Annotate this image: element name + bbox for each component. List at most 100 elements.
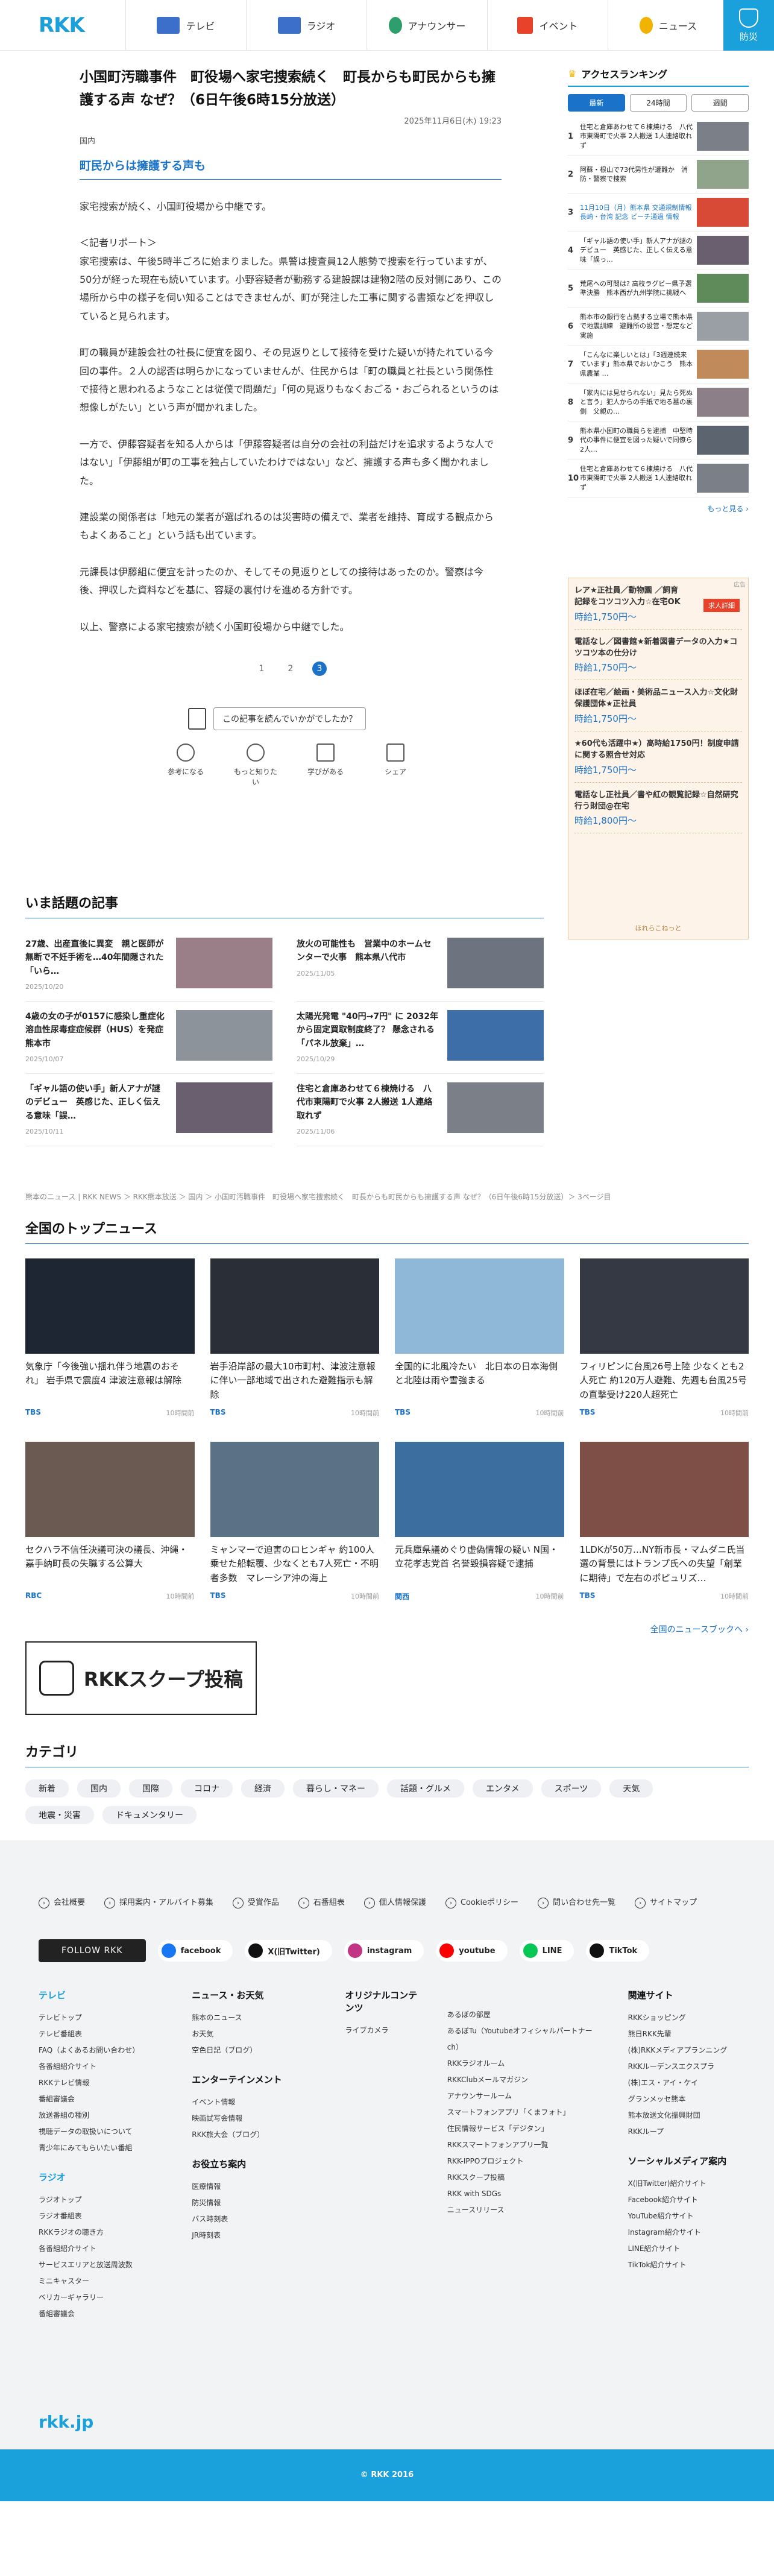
footer-item[interactable]: 熊日RKK先輩 bbox=[628, 2026, 732, 2042]
footer-item[interactable]: ラジオ番組表 bbox=[39, 2208, 162, 2224]
footer-item[interactable]: 医療情報 bbox=[192, 2179, 315, 2195]
footer-item[interactable]: RKK-IPPOプロジェクト bbox=[447, 2153, 598, 2170]
footer-link[interactable]: 受賞作品 bbox=[233, 1896, 279, 1908]
ad-item[interactable]: ★60代も活躍中★）高時給1750円！制度申請に関する照合せ対応 時給1,750円… bbox=[574, 739, 742, 783]
footer-item[interactable]: 各番組紹介サイト bbox=[39, 2241, 162, 2257]
article-category[interactable]: 国内 bbox=[80, 134, 502, 146]
national-card[interactable]: 元兵庫県議めぐり虚偽情報の疑い N国・立花孝志党首 名誉毀損容疑で逮捕 関西 10時… bbox=[395, 1442, 564, 1602]
ranking-item[interactable]: 1 住宅と倉庫あわせて６棟焼ける 八代市東陽町で火事 2人搬送 1人連絡取れず bbox=[568, 118, 749, 156]
nav-tv[interactable]: テレビ bbox=[125, 0, 246, 51]
footer-item[interactable]: (株)RKKメディアプランニング bbox=[628, 2042, 732, 2059]
nav-news[interactable]: ニュース bbox=[608, 0, 728, 51]
sns-tiktok[interactable]: TikTok bbox=[586, 1940, 650, 1962]
footer-item[interactable]: RKKスクープ投稿 bbox=[447, 2170, 598, 2186]
footer-item[interactable]: 視聴データの取扱いについて bbox=[39, 2124, 162, 2140]
footer-item[interactable]: FAQ（よくあるお問い合わせ） bbox=[39, 2042, 162, 2059]
sns-instagram[interactable]: instagram bbox=[344, 1940, 424, 1962]
feedback-button[interactable]: この記事を読んでいかがでしたか？ bbox=[213, 707, 367, 730]
footer-item[interactable]: ニュースリリース bbox=[447, 2202, 598, 2218]
footer-item[interactable]: あるぼTu（Youtubeオフィシャルパートナーch） bbox=[447, 2023, 598, 2056]
footer-item[interactable]: X(旧Twitter)紹介サイト bbox=[628, 2176, 732, 2192]
reaction-helpful[interactable]: 参考になる bbox=[162, 743, 210, 787]
ranking-item[interactable]: 6 熊本市の銀行を占拠する立場で熊本県で地震訓練 避難所の設営・想定など実施 bbox=[568, 308, 749, 346]
category-tag[interactable]: コロナ bbox=[181, 1779, 233, 1798]
footer-item[interactable]: 番組審議会 bbox=[39, 2306, 162, 2322]
footer-item[interactable]: ラジオトップ bbox=[39, 2192, 162, 2208]
category-tag[interactable]: ドキュメンタリー bbox=[102, 1806, 197, 1824]
footer-link[interactable]: サイトマップ bbox=[635, 1896, 697, 1908]
category-tag[interactable]: 国際 bbox=[129, 1779, 172, 1798]
sns-line[interactable]: LINE bbox=[519, 1940, 574, 1962]
footer-item[interactable]: 番組審議会 bbox=[39, 2091, 162, 2107]
footer-item[interactable]: 空色日記（ブログ） bbox=[192, 2042, 315, 2059]
footer-item[interactable]: RKKラジオルーム bbox=[447, 2056, 598, 2072]
ad-item[interactable]: 電話なし正社員／書や紅の観覧記録☆自然研究行う財団@在宅 時給1,800円～ bbox=[574, 790, 742, 834]
footer-link[interactable]: 個人情報保護 bbox=[364, 1896, 426, 1908]
category-tag[interactable]: 話題・グルメ bbox=[387, 1779, 464, 1798]
national-card[interactable]: 岩手沿岸部の最大10市町村、津波注意報に伴い一部地域で出された避難指示も解除 TB… bbox=[210, 1258, 379, 1418]
popular-item[interactable]: 太陽光発電 "40円→7円" に 2032年から固定買取制度終了？ 懸念される「… bbox=[297, 1002, 544, 1074]
national-more-link[interactable]: 全国のニュースブックへ › bbox=[25, 1623, 749, 1635]
category-tag[interactable]: スポーツ bbox=[541, 1779, 602, 1798]
popular-item[interactable]: 放火の可能性も 営業中のホームセンターで火事 熊本県八代市 2025/11/05 bbox=[297, 929, 544, 1002]
footer-link[interactable]: 問い合わせ先一覧 bbox=[538, 1896, 615, 1908]
footer-item[interactable]: ミニキャスター bbox=[39, 2273, 162, 2290]
ad-tag[interactable]: 求人詳細 bbox=[703, 599, 740, 612]
footer-item[interactable]: RKKルーデンスエクスプラ bbox=[628, 2059, 732, 2075]
national-card[interactable]: 気象庁「今後強い揺れ伴う地震のおそれ」 岩手県で震度4 津波注意報は解除 TBS 1… bbox=[25, 1258, 195, 1418]
bousai-button[interactable]: 防災 bbox=[723, 0, 774, 51]
footer-item[interactable]: RKKスマートフォンアプリ一覧 bbox=[447, 2137, 598, 2153]
footer-item[interactable]: RKK with SDGs bbox=[447, 2186, 598, 2202]
footer-item[interactable]: 青少年にみてもらいたい番組 bbox=[39, 2140, 162, 2156]
category-tag[interactable]: 新着 bbox=[25, 1779, 69, 1798]
category-tag[interactable]: 地震・災害 bbox=[25, 1806, 94, 1824]
footer-item[interactable]: ライブカメラ bbox=[345, 2022, 423, 2039]
ranking-item[interactable]: 9 熊本県小国町の職員らを逮捕 中堅時代の事件に便宜を図った疑いで同僚ら 2人… bbox=[568, 421, 749, 459]
nav-announcer[interactable]: アナウンサー bbox=[367, 0, 487, 51]
footer-item[interactable]: あるぼの部屋 bbox=[447, 2007, 598, 2023]
sns-x[interactable]: X(旧Twitter) bbox=[245, 1940, 332, 1962]
popular-item[interactable]: 住宅と倉庫あわせて６棟焼ける 八代市東陽町で火事 2人搬送 1人連絡取れず 202… bbox=[297, 1074, 544, 1146]
reaction-more[interactable]: もっと知りたい bbox=[231, 743, 280, 787]
tab-24h[interactable]: 24時間 bbox=[629, 94, 687, 112]
footer-item[interactable]: 熊本のニュース bbox=[192, 2010, 315, 2026]
footer-item[interactable]: RKKショッピング bbox=[628, 2010, 732, 2026]
ranking-item[interactable]: 8 「家内には見せられない」見たら死ぬと言う」犯人からの手紙で地る墓の裏側 父親の… bbox=[568, 384, 749, 421]
footer-item[interactable]: テレビトップ bbox=[39, 2010, 162, 2026]
tab-weekly[interactable]: 週間 bbox=[691, 94, 749, 112]
footer-item[interactable]: 放送番組の種別 bbox=[39, 2107, 162, 2124]
footer-link[interactable]: 採用案内・アルバイト募集 bbox=[104, 1896, 213, 1908]
footer-item[interactable]: サービスエリアと放送周波数 bbox=[39, 2257, 162, 2273]
footer-item[interactable]: RKKClubメールマガジン bbox=[447, 2072, 598, 2088]
footer-item[interactable]: イベント情報 bbox=[192, 2094, 315, 2110]
footer-item[interactable]: バス時刻表 bbox=[192, 2211, 315, 2227]
page-link[interactable]: 2 bbox=[283, 661, 298, 676]
footer-item[interactable]: 熊本放送文化振興財団 bbox=[628, 2107, 732, 2124]
footer-item[interactable]: TikTok紹介サイト bbox=[628, 2257, 732, 2273]
footer-item[interactable]: アナウンサールーム bbox=[447, 2088, 598, 2104]
page-link[interactable]: 1 bbox=[254, 661, 269, 676]
ranking-item[interactable]: 5 荒尾への可問は? 高校ラグビー県予選準決勝 熊本西が九州学院に挑戦へ bbox=[568, 270, 749, 308]
reaction-learn[interactable]: 学びがある bbox=[301, 743, 350, 787]
footer-item[interactable]: Facebook紹介サイト bbox=[628, 2192, 732, 2208]
ad-item[interactable]: ほぼ在宅／絵画・美術品ニュース入力☆文化財保護団体★正社員 時給1,750円～ bbox=[574, 687, 742, 732]
footer-item[interactable]: お天気 bbox=[192, 2026, 315, 2042]
footer-item[interactable]: テレビ番組表 bbox=[39, 2026, 162, 2042]
ranking-item[interactable]: 7 「こんなに楽しいとは」「3週連続来ています」熊本県でおいかこう 熊本県農業 … bbox=[568, 346, 749, 384]
popular-item[interactable]: 4歳の女の子が0157に感染し重症化 溶血性尿毒症症候群（HUS）を発症 熊本市… bbox=[25, 1002, 272, 1074]
ad-banner[interactable]: 広告 求人詳細 レア★正社員／動物園 ／飼育記録をコツコツ入力☆在宅OK 時給1,… bbox=[568, 578, 749, 939]
footer-item[interactable]: スマートフォンアプリ「くまフォト」 bbox=[447, 2104, 598, 2121]
nav-event[interactable]: イベント bbox=[487, 0, 608, 51]
footer-link[interactable]: 会社概要 bbox=[39, 1896, 85, 1908]
category-tag[interactable]: エンタメ bbox=[473, 1779, 533, 1798]
category-tag[interactable]: 暮らし・マネー bbox=[293, 1779, 379, 1798]
footer-link[interactable]: 石番組表 bbox=[298, 1896, 345, 1908]
footer-item[interactable]: Instagram紹介サイト bbox=[628, 2224, 732, 2241]
rkk-logo[interactable]: RKK bbox=[39, 13, 85, 37]
nav-radio[interactable]: ラジオ bbox=[246, 0, 367, 51]
national-card[interactable]: 全国的に北風冷たい 北日本の日本海側と北陸は雨や雪強まる TBS 10時間前 bbox=[395, 1258, 564, 1418]
footer-link[interactable]: Cookieポリシー bbox=[445, 1896, 518, 1908]
ranking-item[interactable]: 10 住宅と倉庫あわせて６棟焼ける 八代市東陽町で火事 2人搬送 1人連絡取れず bbox=[568, 459, 749, 497]
footer-item[interactable]: RKKテレビ情報 bbox=[39, 2075, 162, 2091]
ad-item[interactable]: 電話なし／図書館★新着図書データの入力★コツコツ本の仕分け 時給1,750円～ bbox=[574, 637, 742, 681]
